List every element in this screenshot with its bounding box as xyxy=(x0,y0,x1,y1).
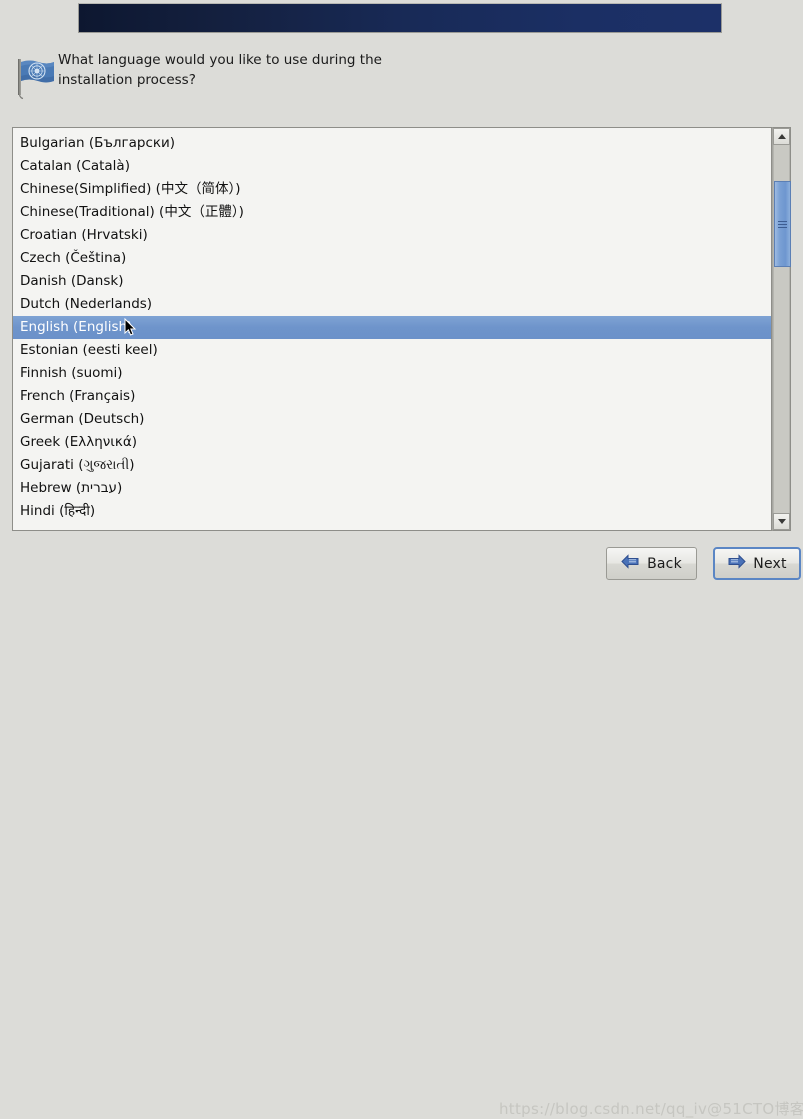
list-item[interactable]: Gujarati (ગુજરાતી) xyxy=(13,454,771,477)
question-label: What language would you like to use duri… xyxy=(58,52,382,88)
question-area: What language would you like to use duri… xyxy=(0,50,803,106)
list-item[interactable]: French (Français) xyxy=(13,385,771,408)
installer-window: What language would you like to use duri… xyxy=(0,0,803,1118)
list-item[interactable]: Chinese(Simplified) (中文（简体）) xyxy=(13,178,771,201)
scroll-up-button[interactable] xyxy=(773,128,790,145)
list-item[interactable]: English (English) xyxy=(13,316,771,339)
chevron-down-icon xyxy=(777,519,786,524)
back-button[interactable]: Back xyxy=(606,547,697,580)
chevron-up-icon xyxy=(777,134,786,139)
list-item[interactable]: Estonian (eesti keel) xyxy=(13,339,771,362)
arrow-right-icon xyxy=(727,553,746,574)
list-item[interactable]: Bulgarian (Български) xyxy=(13,132,771,155)
scrollbar-thumb[interactable] xyxy=(774,181,791,267)
list-item[interactable]: German (Deutsch) xyxy=(13,408,771,431)
next-button-label: Next xyxy=(753,555,787,572)
language-listbox[interactable]: Bulgarian (Български) Catalan (Català) Chi… xyxy=(12,127,772,531)
list-item[interactable]: Chinese(Traditional) (中文（正體）) xyxy=(13,201,771,224)
arrow-left-icon xyxy=(621,553,640,574)
next-button[interactable]: Next xyxy=(713,547,801,580)
list-item[interactable]: Croatian (Hrvatski) xyxy=(13,224,771,247)
back-button-label: Back xyxy=(647,555,682,572)
language-list: Bulgarian (Български) Catalan (Català) Chi… xyxy=(13,128,771,523)
list-scrollbar[interactable] xyxy=(772,127,791,531)
list-item[interactable]: Catalan (Català) xyxy=(13,155,771,178)
banner-area xyxy=(0,0,803,38)
un-flag-icon xyxy=(12,54,58,100)
list-item[interactable]: Czech (Čeština) xyxy=(13,247,771,270)
footer-bar: https://blog.csdn.net/qq_iv@51CTO博客 Back… xyxy=(0,540,803,1118)
watermark-text: https://blog.csdn.net/qq_iv@51CTO博客 xyxy=(499,1100,803,1118)
grip-lines-icon xyxy=(778,219,787,230)
scrollbar-track[interactable] xyxy=(773,145,791,513)
list-item[interactable]: Finnish (suomi) xyxy=(13,362,771,385)
installer-banner xyxy=(78,3,722,33)
list-item[interactable]: Greek (Ελληνικά) xyxy=(13,431,771,454)
list-item[interactable]: Hebrew (עברית) xyxy=(13,477,771,500)
list-item[interactable]: Danish (Dansk) xyxy=(13,270,771,293)
scroll-down-button[interactable] xyxy=(773,513,790,530)
list-item[interactable]: Dutch (Nederlands) xyxy=(13,293,771,316)
list-item[interactable]: Hindi (हिन्दी) xyxy=(13,500,771,523)
